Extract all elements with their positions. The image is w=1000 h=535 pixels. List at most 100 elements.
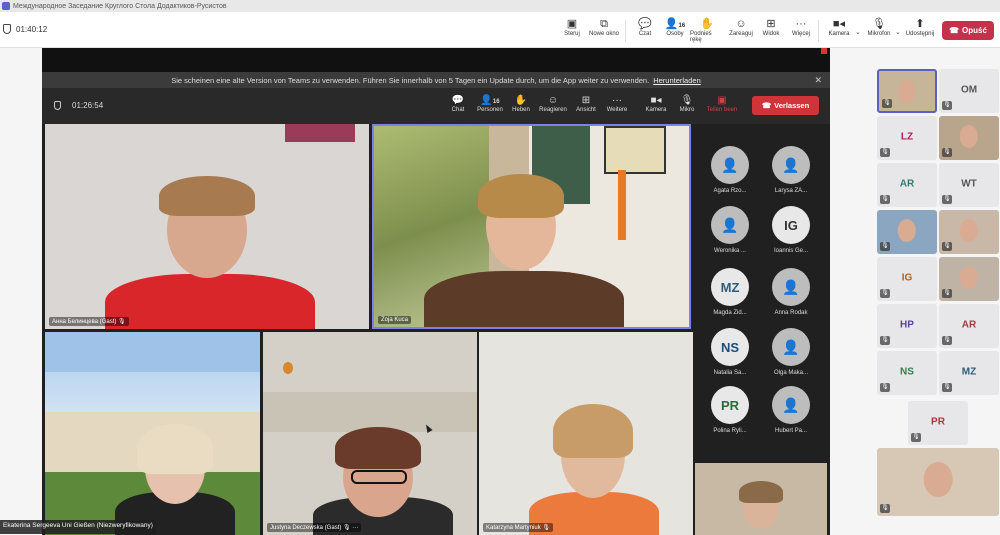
- participant-tile[interactable]: MZ 🎙: [939, 351, 999, 395]
- avatar: PR: [931, 416, 945, 428]
- participant-video-tile[interactable]: 🎙: [877, 448, 999, 516]
- microphone-button[interactable]: 🎙 Mikrofon: [862, 17, 896, 37]
- shared-leave-button: ☎ Verlassen: [752, 96, 819, 115]
- person-hair: [553, 404, 633, 458]
- react-button[interactable]: ☺ Zareaguj: [724, 17, 758, 37]
- video-tile-label: Justyna Deczewska (Gast) 🎙 ···: [267, 523, 362, 532]
- mic-muted-icon: 🎙: [942, 289, 952, 298]
- react-icon: ☺: [547, 95, 559, 106]
- steruj-button[interactable]: ▣ Steruj: [555, 17, 589, 37]
- mic-options-chevron-icon[interactable]: ⌄: [895, 28, 901, 36]
- meeting-timer: 01:40:12: [16, 25, 48, 34]
- mic-muted-icon: 🎙: [880, 336, 890, 345]
- avatar: HP: [900, 319, 914, 331]
- camera-options-chevron-icon[interactable]: ⌄: [855, 28, 861, 36]
- avatar-placeholder-icon: 👤: [772, 386, 810, 424]
- mic-muted-icon: 🎙: [942, 336, 952, 345]
- chat-icon: 💬: [451, 95, 465, 106]
- person-hair: [159, 176, 255, 216]
- participant-tile: 👤 Larysa ZA...: [761, 146, 821, 206]
- participant-video-tile[interactable]: 🎙: [877, 210, 937, 254]
- people-button[interactable]: 👤16 Osoby: [658, 17, 692, 37]
- more-icon: ···: [795, 18, 807, 30]
- stop-share-icon: ▣: [717, 95, 727, 106]
- avatar: AR: [899, 178, 915, 190]
- avatar: NS: [900, 366, 914, 378]
- view-button[interactable]: ⊞ Widok: [754, 17, 788, 37]
- phone-icon: ☎: [761, 101, 772, 110]
- shared-meeting-timer: 01:26:54: [72, 101, 104, 110]
- video-tile-label: Анна Белинцева (Gast) 🎙: [49, 317, 129, 326]
- share-icon: ⬆: [915, 18, 925, 30]
- new-window-button[interactable]: ⧉ Nowe okno: [587, 17, 621, 37]
- shared-view-button: ⊞ Ansicht: [576, 95, 596, 113]
- mic-muted-icon: 🎙: [942, 195, 952, 204]
- participant-tile[interactable]: AR 🎙: [877, 163, 937, 207]
- chat-button[interactable]: 💬 Czat: [628, 17, 662, 37]
- shared-chat-button: 💬 Chat: [451, 95, 465, 113]
- shelf: [263, 392, 477, 432]
- participant-tile[interactable]: LZ 🎙: [877, 116, 937, 160]
- people-icon: 👤16: [664, 18, 686, 30]
- camera-button[interactable]: ■◂ Kamera: [822, 17, 856, 37]
- participant-tile: 👤 Anna Rodak: [761, 268, 821, 328]
- shared-people-button: 👤16 Personen: [477, 95, 503, 113]
- shared-screen: Sie scheinen eine alte Version von Teams…: [42, 48, 830, 535]
- people-count: 16: [678, 23, 686, 29]
- participant-tile[interactable]: NS 🎙: [877, 351, 937, 395]
- mic-muted-icon: 🎙: [882, 99, 892, 108]
- shared-raise-hand-button: ✋ Heben: [512, 95, 530, 113]
- leave-button[interactable]: ☎ Opuść: [942, 21, 994, 40]
- meeting-toolbar: 01:40:12 ▣ Steruj ⧉ Nowe okno 💬 Czat 👤16…: [0, 12, 1000, 48]
- participant-tile[interactable]: HP 🎙: [877, 304, 937, 348]
- participant-video-tile[interactable]: 🎙: [939, 210, 999, 254]
- share-button[interactable]: ⬆ Udostępnij: [903, 17, 937, 37]
- more-button[interactable]: ··· Więcej: [784, 17, 818, 37]
- camera-icon: ■◂: [650, 95, 662, 106]
- avatar: MZ: [711, 268, 749, 306]
- participant-video-tile[interactable]: 🎙: [939, 257, 999, 301]
- mic-muted-icon: 🎙: [880, 504, 890, 513]
- participant-tile: NS Natalia Sa...: [700, 328, 760, 388]
- mic-muted-icon: 🎙: [880, 195, 890, 204]
- download-link[interactable]: Herunterladen: [653, 76, 701, 85]
- shield-icon: [3, 24, 11, 34]
- participant-tile[interactable]: OM 🎙: [939, 69, 999, 113]
- react-icon: ☺: [735, 18, 747, 30]
- close-icon[interactable]: ✕: [814, 75, 822, 86]
- mic-muted-icon: 🎙: [880, 148, 890, 157]
- video-tile-anna: Анна Белинцева (Gast) 🎙: [45, 124, 369, 329]
- toolbar-divider: [625, 20, 626, 42]
- avatar: MZ: [961, 366, 977, 378]
- raise-hand-icon: ✋: [700, 18, 714, 30]
- view-icon: ⊞: [766, 18, 776, 30]
- mic-muted-icon: 🎙: [880, 383, 890, 392]
- participant-video-tile[interactable]: 🎙: [939, 116, 999, 160]
- video-tile-small: [695, 463, 827, 535]
- view-icon: ⊞: [581, 95, 591, 106]
- shared-react-button: ☺ Reagieren: [539, 95, 567, 113]
- participant-video-tile[interactable]: 🎙: [877, 69, 937, 113]
- presenter-label: Ekaterina Sergeeva Uni Gießen (Niezweryf…: [0, 520, 156, 534]
- avatar: IG: [901, 272, 913, 284]
- participant-tile[interactable]: AR 🎙: [939, 304, 999, 348]
- more-icon: ···: [612, 95, 622, 106]
- chat-icon: 💬: [638, 18, 652, 30]
- avatar-placeholder-icon: 👤: [772, 268, 810, 306]
- raise-hand-button[interactable]: ✋ Podnieś rękę: [690, 17, 724, 43]
- participant-tile[interactable]: WT 🎙: [939, 163, 999, 207]
- avatar: NS: [711, 328, 749, 366]
- glasses: [351, 470, 407, 484]
- person-hair: [739, 481, 783, 503]
- participant-tile[interactable]: PR 🎙: [908, 401, 968, 445]
- mic-muted-icon: 🎙: [942, 101, 952, 110]
- participant-tile[interactable]: IG 🎙: [877, 257, 937, 301]
- video-tile-label: Katarzyna Martyniuk 🎙: [483, 523, 553, 532]
- window-title: Международное Заседание Круглого Стола Д…: [13, 2, 227, 10]
- person-body: [424, 271, 624, 327]
- raise-hand-icon: ✋: [514, 95, 528, 106]
- person-hair: [137, 424, 213, 474]
- share-control-icon: ▣: [566, 18, 578, 30]
- wall-picture: [604, 126, 666, 174]
- participant-tile: 👤 Agata Rzo...: [700, 146, 760, 206]
